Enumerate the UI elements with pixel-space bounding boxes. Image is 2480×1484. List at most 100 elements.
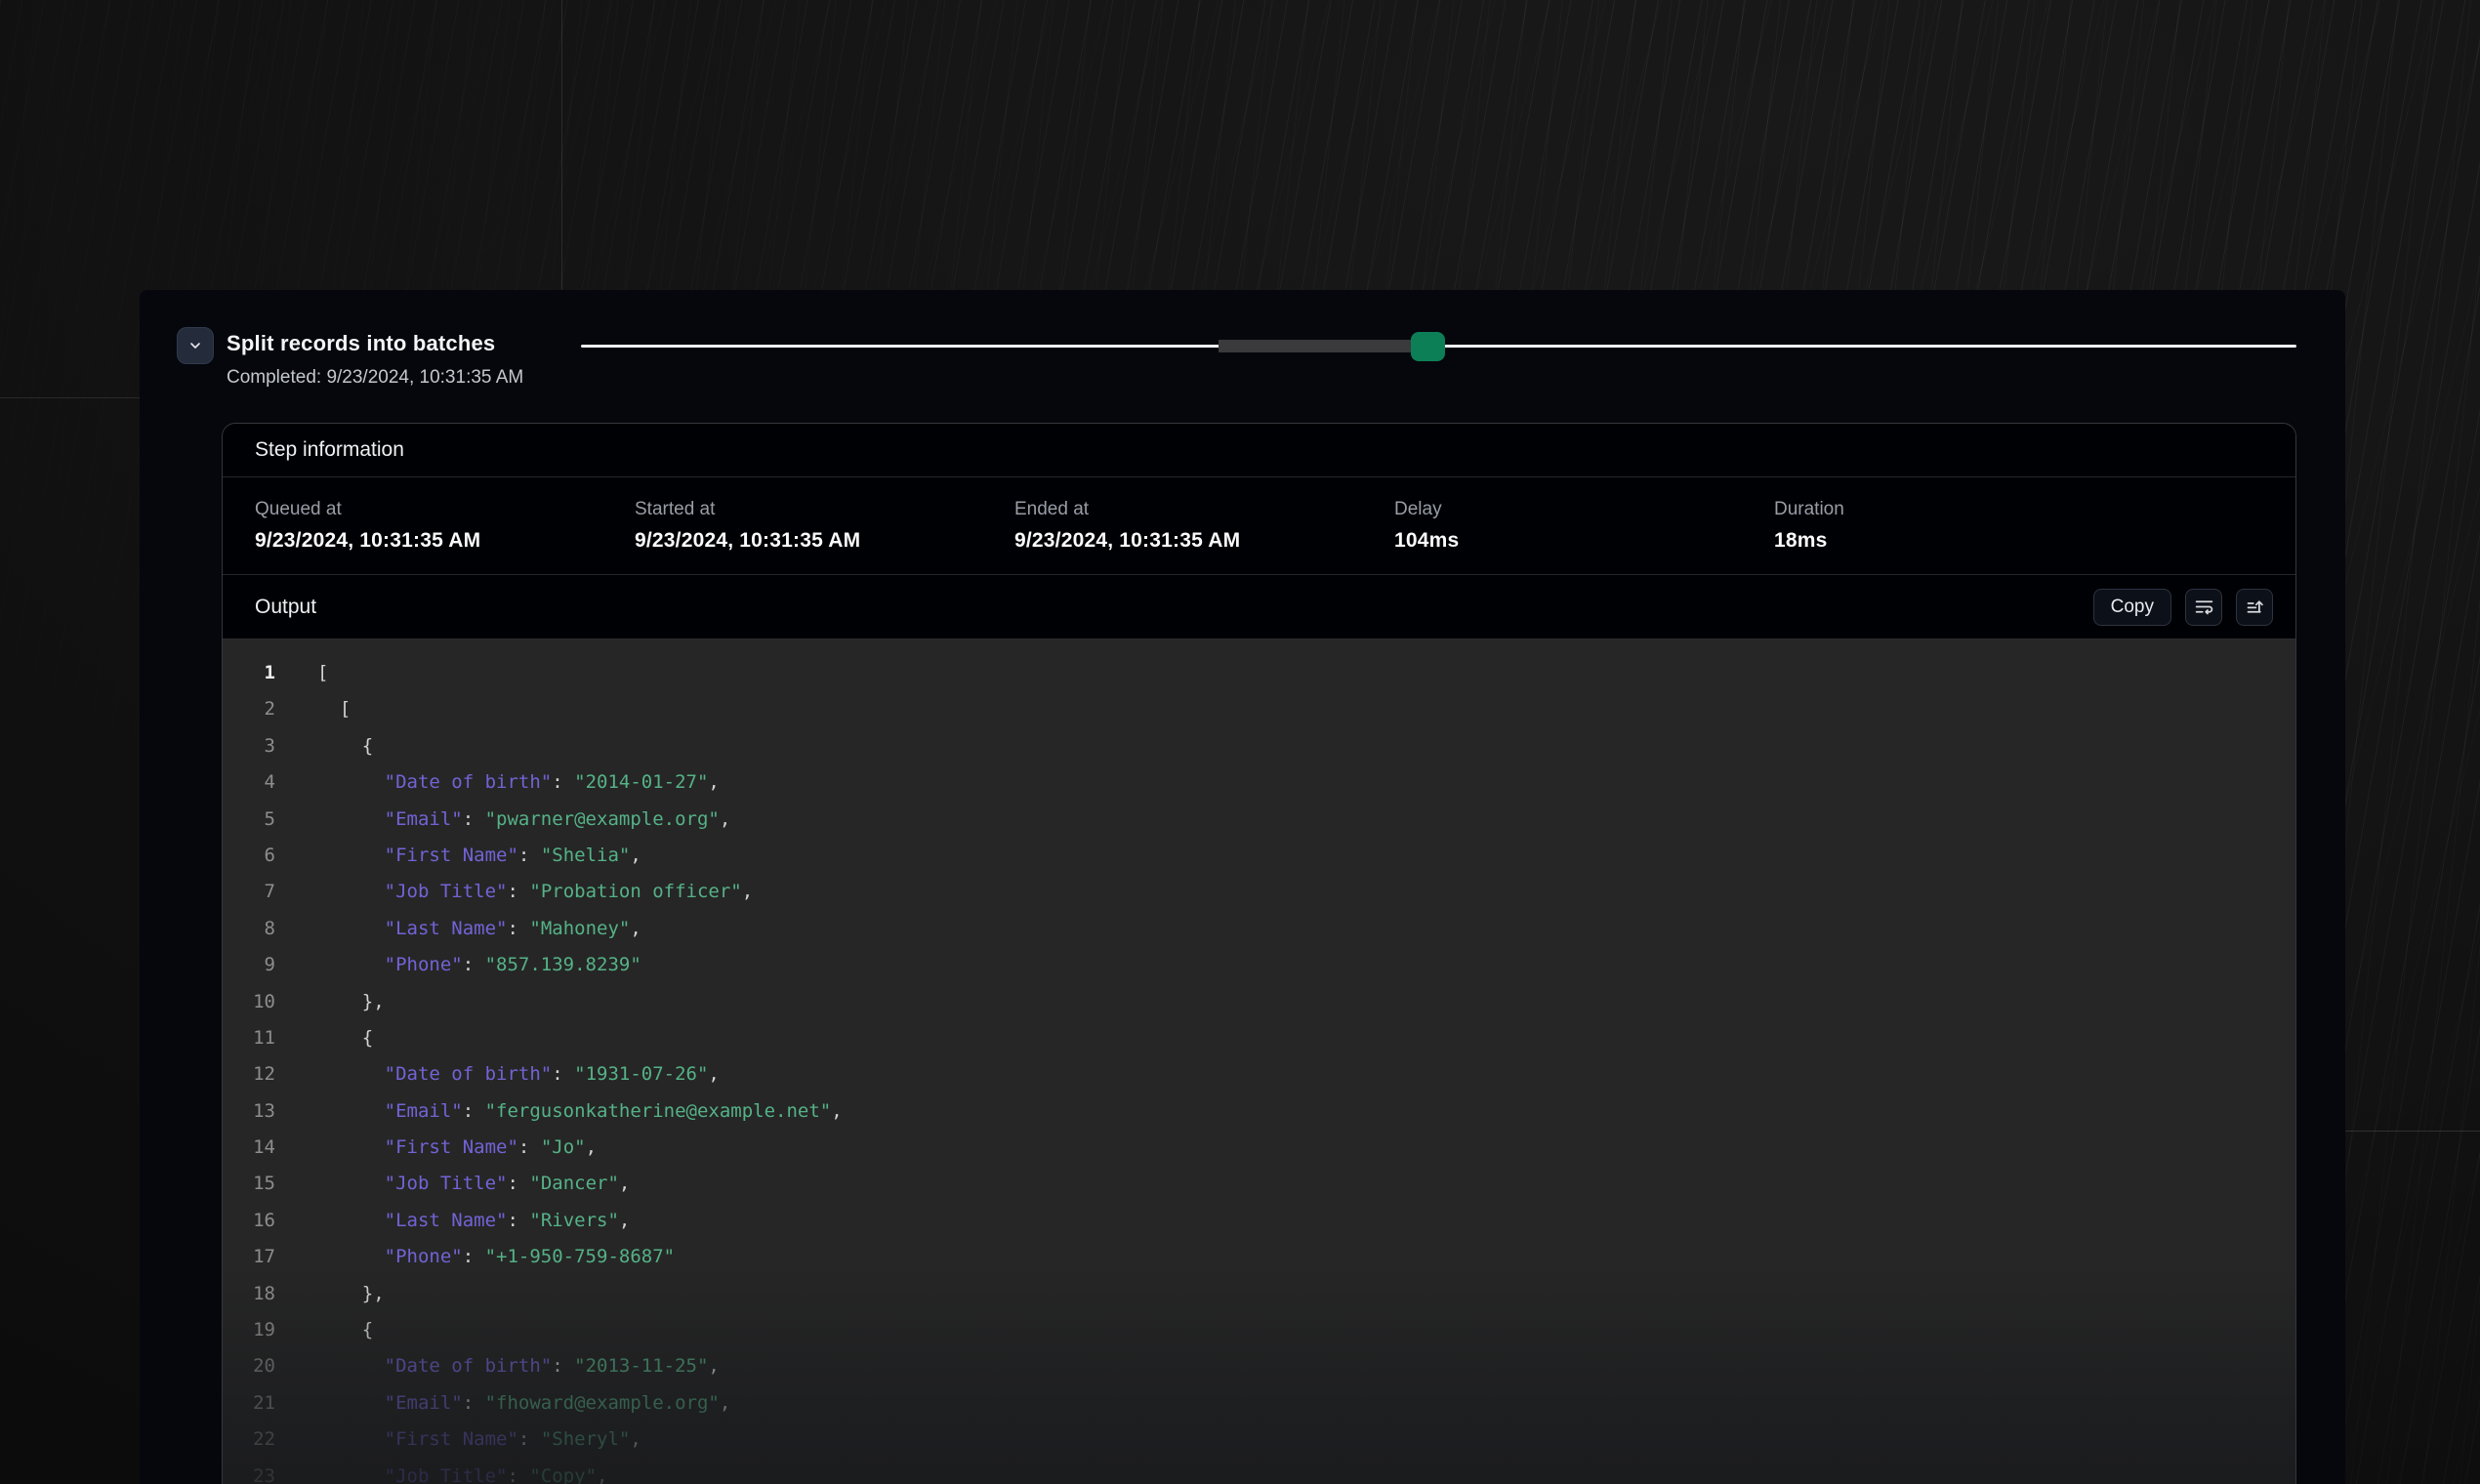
collapse-step-button[interactable] <box>177 327 214 364</box>
line-content: "Email": "fergusonkatherine@example.net"… <box>275 1093 843 1130</box>
line-content: { <box>275 1020 373 1056</box>
line-number: 6 <box>223 838 275 874</box>
code-line: 14 "First Name": "Jo", <box>223 1130 2295 1166</box>
code-line: 18 }, <box>223 1276 2295 1312</box>
meta-label: Started at <box>635 499 1014 520</box>
line-content: { <box>275 728 373 764</box>
card-title: Step information <box>255 438 404 462</box>
wrap-text-button[interactable] <box>2185 589 2222 626</box>
line-content: "Date of birth": "1931-07-26", <box>275 1056 720 1092</box>
line-number: 1 <box>223 655 275 691</box>
code-line: 15 "Job Title": "Dancer", <box>223 1166 2295 1202</box>
line-number: 2 <box>223 691 275 727</box>
decor-horizontal-line-right <box>2345 1131 2480 1132</box>
meta-field-ended-at: Ended at 9/23/2024, 10:31:35 AM <box>1014 499 1394 553</box>
meta-field-duration: Duration 18ms <box>1774 499 2263 553</box>
copy-button[interactable]: Copy <box>2093 589 2171 626</box>
line-content: "Last Name": "Mahoney", <box>275 911 641 947</box>
line-number: 16 <box>223 1203 275 1239</box>
code-line: 16 "Last Name": "Rivers", <box>223 1203 2295 1239</box>
code-line: 23 "Job Title": "Copy", <box>223 1459 2295 1484</box>
line-content: "Email": "fhoward@example.org", <box>275 1385 730 1422</box>
line-content: "Date of birth": "2013-11-25", <box>275 1348 720 1384</box>
desktop-background: Split records into batches Completed: 9/… <box>0 0 2480 1484</box>
output-header: Output Copy <box>223 575 2295 639</box>
meta-value: 9/23/2024, 10:31:35 AM <box>1014 529 1394 553</box>
line-content: "First Name": "Jo", <box>275 1130 597 1166</box>
meta-field-delay: Delay 104ms <box>1394 499 1774 553</box>
code-line: 2 [ <box>223 691 2295 727</box>
line-number: 19 <box>223 1312 275 1348</box>
line-content: "Job Title": "Copy", <box>275 1459 607 1484</box>
line-content: "First Name": "Shelia", <box>275 838 641 874</box>
output-code-viewer[interactable]: 1[2 [3 {4 "Date of birth": "2014-01-27",… <box>223 639 2295 1484</box>
code-line: 9 "Phone": "857.139.8239" <box>223 947 2295 983</box>
line-content: "Phone": "857.139.8239" <box>275 947 641 983</box>
line-number: 18 <box>223 1276 275 1312</box>
scroll-top-icon <box>2245 597 2265 617</box>
meta-field-started-at: Started at 9/23/2024, 10:31:35 AM <box>635 499 1014 553</box>
line-content: }, <box>275 1276 385 1312</box>
code-line: 17 "Phone": "+1-950-759-8687" <box>223 1239 2295 1275</box>
code-line: 3 { <box>223 728 2295 764</box>
meta-label: Ended at <box>1014 499 1394 520</box>
line-number: 22 <box>223 1422 275 1458</box>
line-content: { <box>275 1312 373 1348</box>
output-actions: Copy <box>2093 589 2273 626</box>
step-status: Completed: 9/23/2024, 10:31:35 AM <box>227 367 523 389</box>
line-number: 8 <box>223 911 275 947</box>
line-content: "Job Title": "Dancer", <box>275 1166 630 1202</box>
line-content: [ <box>275 655 328 691</box>
meta-label: Queued at <box>255 499 635 520</box>
code-line: 10 }, <box>223 984 2295 1020</box>
line-number: 12 <box>223 1056 275 1092</box>
line-number: 20 <box>223 1348 275 1384</box>
code-line: 1[ <box>223 655 2295 691</box>
line-number: 10 <box>223 984 275 1020</box>
meta-value: 104ms <box>1394 529 1774 553</box>
line-content: "Phone": "+1-950-759-8687" <box>275 1239 675 1275</box>
line-number: 11 <box>223 1020 275 1056</box>
line-number: 7 <box>223 874 275 910</box>
code-line: 7 "Job Title": "Probation officer", <box>223 874 2295 910</box>
step-meta-row: Queued at 9/23/2024, 10:31:35 AM Started… <box>223 477 2295 575</box>
line-content: }, <box>275 984 385 1020</box>
line-number: 17 <box>223 1239 275 1275</box>
line-content: [ <box>275 691 351 727</box>
slider-handle[interactable] <box>1411 332 1445 361</box>
decor-horizontal-line-left <box>0 397 140 398</box>
line-number: 13 <box>223 1093 275 1130</box>
code-line: 11 { <box>223 1020 2295 1056</box>
code-line: 22 "First Name": "Sheryl", <box>223 1422 2295 1458</box>
chevron-down-icon <box>187 338 203 353</box>
wrap-text-icon <box>2194 597 2214 617</box>
line-number: 3 <box>223 728 275 764</box>
line-number: 15 <box>223 1166 275 1202</box>
line-content: "Last Name": "Rivers", <box>275 1203 630 1239</box>
meta-label: Delay <box>1394 499 1774 520</box>
line-number: 9 <box>223 947 275 983</box>
code-lines: 1[2 [3 {4 "Date of birth": "2014-01-27",… <box>223 655 2295 1484</box>
code-line: 19 { <box>223 1312 2295 1348</box>
code-line: 12 "Date of birth": "1931-07-26", <box>223 1056 2295 1092</box>
slider-range-segment <box>1219 340 1411 352</box>
code-line: 8 "Last Name": "Mahoney", <box>223 911 2295 947</box>
code-line: 6 "First Name": "Shelia", <box>223 838 2295 874</box>
step-information-card: Step information Queued at 9/23/2024, 10… <box>222 423 2296 1484</box>
step-title: Split records into batches <box>227 331 495 356</box>
code-line: 4 "Date of birth": "2014-01-27", <box>223 764 2295 801</box>
line-number: 4 <box>223 764 275 801</box>
code-line: 5 "Email": "pwarner@example.org", <box>223 802 2295 838</box>
meta-label: Duration <box>1774 499 2263 520</box>
line-content: "Date of birth": "2014-01-27", <box>275 764 720 801</box>
line-number: 5 <box>223 802 275 838</box>
line-content: "Email": "pwarner@example.org", <box>275 802 730 838</box>
line-number: 21 <box>223 1385 275 1422</box>
output-title: Output <box>255 596 316 619</box>
code-line: 20 "Date of birth": "2013-11-25", <box>223 1348 2295 1384</box>
card-header: Step information <box>223 424 2295 477</box>
meta-value: 9/23/2024, 10:31:35 AM <box>635 529 1014 553</box>
line-number: 14 <box>223 1130 275 1166</box>
scroll-top-button[interactable] <box>2236 589 2273 626</box>
code-line: 21 "Email": "fhoward@example.org", <box>223 1385 2295 1422</box>
